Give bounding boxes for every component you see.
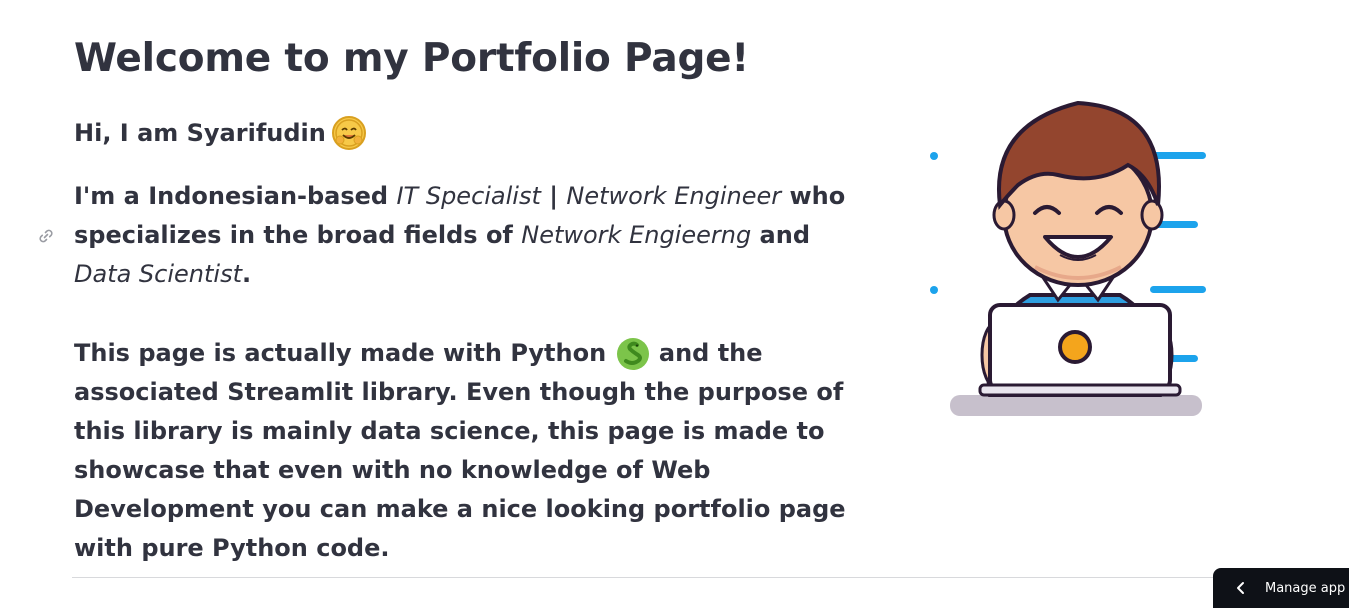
intro-text-a: I'm a Indonesian-based <box>74 182 397 210</box>
field-data-scientist: Data Scientist <box>74 260 242 288</box>
section-divider <box>72 577 1214 578</box>
intro-paragraph: I'm a Indonesian-based IT Specialist | N… <box>74 177 864 294</box>
field-network-engineering: Network Engieerng <box>521 221 752 249</box>
intro-text-e: . <box>242 260 252 288</box>
about-text-a: This page is actually made with Python <box>74 339 615 367</box>
hugging-face-icon <box>331 116 366 150</box>
manage-app-label: Manage app <box>1265 580 1346 596</box>
role-network-engineer: Network Engineer <box>566 182 782 210</box>
about-paragraph: This page is actually made with Python a… <box>74 334 864 568</box>
greeting-text: Hi, I am Syarifudin <box>74 119 326 147</box>
about-text-b: and the associated Streamlit library. Ev… <box>74 339 846 562</box>
developer-laptop-illustration <box>930 100 1206 416</box>
manage-app-button[interactable]: Manage app <box>1213 568 1349 608</box>
page-title: Welcome to my Portfolio Page! <box>74 36 750 81</box>
snake-icon <box>616 338 649 370</box>
greeting: Hi, I am Syarifudin <box>74 115 366 151</box>
portfolio-page: Welcome to my Portfolio Page! Hi, I am S… <box>0 0 1349 608</box>
role-it-specialist: IT Specialist <box>396 182 541 210</box>
anchor-link-icon[interactable] <box>36 226 56 246</box>
intro-text-b: | <box>540 182 567 210</box>
intro-text-d: and <box>751 221 811 249</box>
chevron-left-icon <box>1237 582 1244 594</box>
